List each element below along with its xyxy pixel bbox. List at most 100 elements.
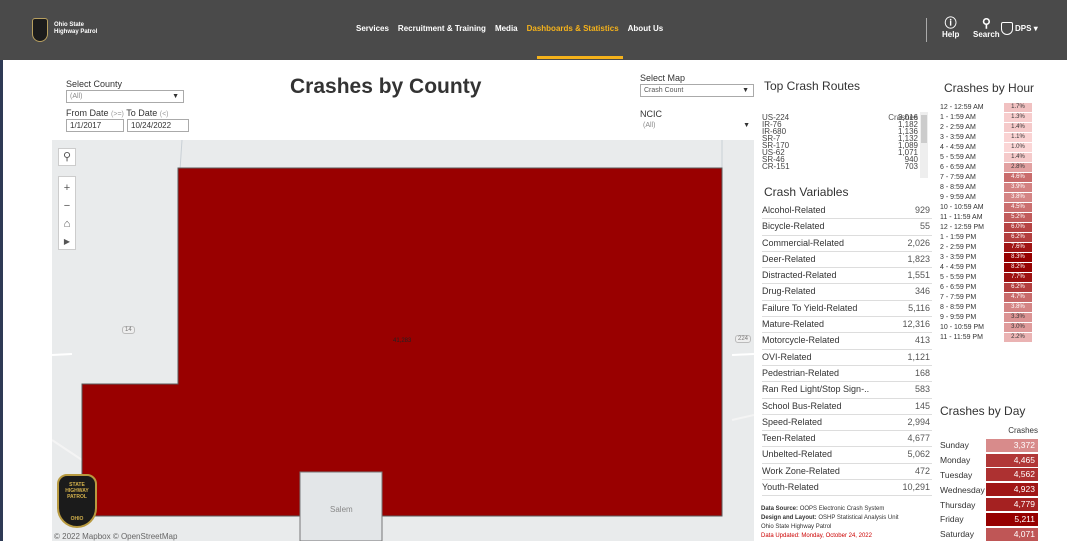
variable-row[interactable]: Bicycle-Related 55 — [762, 219, 932, 236]
left-edge-bar — [0, 60, 3, 541]
hour-label: 1 - 1:59 AM — [940, 113, 976, 121]
variable-row[interactable]: Pedestrian-Related 168 — [762, 366, 932, 383]
hour-row[interactable]: 4 - 4:59 AM 1.0% — [940, 142, 1032, 152]
hour-label: 5 - 5:59 PM — [940, 273, 977, 281]
nav-recruitment-training[interactable]: Recruitment & Training — [398, 24, 486, 33]
site-logo-text[interactable]: Ohio State Highway Patrol — [54, 22, 114, 36]
variable-value: 1,121 — [907, 351, 930, 362]
day-row[interactable]: Sunday 3,372 — [940, 438, 1040, 453]
hour-row[interactable]: 3 - 3:59 AM 1.1% — [940, 132, 1032, 142]
hour-row[interactable]: 10 - 10:59 PM 3.0% — [940, 322, 1032, 332]
variable-row[interactable]: School Bus-Related 145 — [762, 399, 932, 415]
variable-row[interactable]: Youth-Related 10,291 — [762, 480, 932, 497]
hour-row[interactable]: 9 - 9:59 PM 3.3% — [940, 312, 1032, 322]
variable-row[interactable]: OVI-Related 1,121 — [762, 350, 932, 366]
help-button[interactable]: ⓘ Help — [942, 16, 959, 39]
hour-row[interactable]: 11 - 11:59 AM 5.2% — [940, 212, 1032, 222]
day-row[interactable]: Thursday 4,779 — [940, 497, 1040, 512]
route-row[interactable]: US-224 3,016 — [762, 114, 918, 122]
route-row[interactable]: IR-680 1,136 — [762, 128, 918, 136]
day-value-cell: 4,465 — [986, 453, 1038, 467]
variable-row[interactable]: Motorcycle-Related 413 — [762, 333, 932, 350]
ncic-select[interactable]: (All) ▼ — [640, 120, 754, 133]
hour-row[interactable]: 9 - 9:59 AM 3.8% — [940, 192, 1032, 202]
day-row[interactable]: Saturday 4,071 — [940, 527, 1040, 542]
top-crash-routes-table[interactable]: Crashes US-224 3,016 IR-76 1,182 IR-680 1,136… — [762, 112, 932, 178]
variable-row[interactable]: Alcohol-Related 929 — [762, 203, 932, 220]
dps-menu-button[interactable]: DPS ▾ — [1015, 24, 1038, 33]
hour-value-cell: 4.6% — [1004, 172, 1032, 182]
scrollbar-thumb[interactable] — [921, 115, 927, 143]
variable-row[interactable]: Ran Red Light/Stop Sign-.. 583 — [762, 382, 932, 399]
hour-row[interactable]: 6 - 6:59 PM 6.2% — [940, 282, 1032, 292]
variable-row[interactable]: Teen-Related 4,677 — [762, 431, 932, 448]
hour-label: 4 - 4:59 AM — [940, 143, 976, 151]
badge-text-4: OHIO — [70, 516, 84, 522]
home-icon[interactable]: ⌂ — [59, 215, 75, 233]
day-row[interactable]: Friday 5,211 — [940, 512, 1040, 527]
hour-row[interactable]: 12 - 12:59 PM 6.0% — [940, 222, 1032, 232]
variable-row[interactable]: Speed-Related 2,994 — [762, 415, 932, 432]
ohp-shield-logo[interactable] — [32, 18, 48, 42]
county-select[interactable]: (All) ▼ — [66, 90, 184, 103]
from-date-input[interactable]: 1/1/2017 — [66, 119, 124, 132]
hour-row[interactable]: 5 - 5:59 PM 7.7% — [940, 272, 1032, 282]
route-row[interactable]: US-62 1,071 — [762, 149, 918, 157]
to-date-hint: (<) — [159, 111, 169, 118]
day-row[interactable]: Tuesday 4,562 — [940, 468, 1040, 483]
hour-row[interactable]: 12 - 12:59 AM 1.7% — [940, 102, 1032, 112]
to-date-input[interactable]: 10/24/2022 — [127, 119, 189, 132]
variable-label: Ran Red Light/Stop Sign-.. — [762, 384, 870, 395]
route-row[interactable]: CR-151 703 — [762, 163, 918, 171]
hour-row[interactable]: 7 - 7:59 AM 4.6% — [940, 172, 1032, 182]
map-search-button[interactable]: ⚲ — [58, 148, 76, 166]
variable-row[interactable]: Commercial-Related 2,026 — [762, 236, 932, 252]
zoom-out-button[interactable]: − — [59, 197, 75, 215]
hour-row[interactable]: 2 - 2:59 PM 7.6% — [940, 242, 1032, 252]
routes-scrollbar[interactable] — [920, 112, 928, 178]
hour-row[interactable]: 1 - 1:59 PM 6.2% — [940, 232, 1032, 242]
dps-shield-icon[interactable] — [1001, 22, 1013, 35]
play-icon[interactable]: ▶ — [59, 233, 75, 251]
variable-row[interactable]: Mature-Related 12,316 — [762, 317, 932, 334]
hour-value-cell: 3.8% — [1004, 192, 1032, 202]
hour-row[interactable]: 2 - 2:59 AM 1.4% — [940, 122, 1032, 132]
day-value-cell: 4,779 — [986, 498, 1038, 512]
nav-services[interactable]: Services — [356, 24, 389, 33]
hour-row[interactable]: 5 - 5:59 AM 1.4% — [940, 152, 1032, 162]
hour-row[interactable]: 8 - 8:59 AM 3.9% — [940, 182, 1032, 192]
hour-row[interactable]: 11 - 11:59 PM 2.2% — [940, 332, 1032, 342]
hour-row[interactable]: 3 - 3:59 PM 8.3% — [940, 252, 1032, 262]
variable-row[interactable]: Deer-Related 1,823 — [762, 252, 932, 269]
day-value-cell: 4,923 — [986, 483, 1038, 497]
hour-row[interactable]: 7 - 7:59 PM 4.7% — [940, 292, 1032, 302]
map-copyright[interactable]: © 2022 Mapbox © OpenStreetMap — [54, 532, 177, 541]
variable-value: 5,062 — [907, 449, 930, 460]
day-row[interactable]: Wednesday 4,923 — [940, 482, 1040, 497]
day-label: Sunday — [940, 440, 969, 451]
day-row[interactable]: Monday 4,465 — [940, 453, 1040, 468]
variable-row[interactable]: Failure To Yield-Related 5,116 — [762, 301, 932, 318]
hour-row[interactable]: 6 - 6:59 AM 2.8% — [940, 162, 1032, 172]
day-label: Wednesday — [940, 484, 985, 495]
nav-dashboards-statistics[interactable]: Dashboards & Statistics — [527, 24, 619, 33]
hour-row[interactable]: 4 - 4:59 PM 8.2% — [940, 262, 1032, 272]
route-row[interactable]: SR-170 1,089 — [762, 142, 918, 150]
zoom-in-button[interactable]: + — [59, 179, 75, 197]
design-label: Design and Layout: — [761, 515, 817, 521]
variable-label: Work Zone-Related — [762, 465, 840, 476]
variable-row[interactable]: Work Zone-Related 472 — [762, 464, 932, 481]
county-map[interactable]: 14 224 41,283 Salem ⚲ + − ⌂ ▶ — [52, 140, 754, 541]
variable-row[interactable]: Distracted-Related 1,551 — [762, 268, 932, 285]
hour-row[interactable]: 10 - 10:59 AM 4.5% — [940, 202, 1032, 212]
variable-row[interactable]: Drug-Related 346 — [762, 284, 932, 301]
hour-row[interactable]: 8 - 8:59 PM 3.8% — [940, 302, 1032, 312]
org-note: Ohio State Highway Patrol — [761, 524, 832, 530]
nav-media[interactable]: Media — [495, 24, 518, 33]
hour-row[interactable]: 1 - 1:59 AM 1.3% — [940, 112, 1032, 122]
variable-row[interactable]: Unbelted-Related 5,062 — [762, 447, 932, 464]
map-select[interactable]: Crash Count ▼ — [640, 84, 754, 97]
nav-about-us[interactable]: About Us — [628, 24, 664, 33]
search-button[interactable]: ⚲ Search — [973, 16, 1000, 39]
variable-value: 12,316 — [902, 319, 930, 330]
